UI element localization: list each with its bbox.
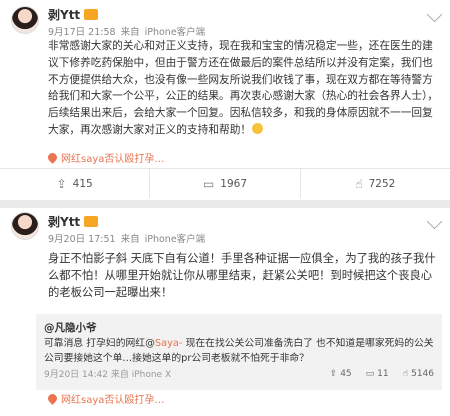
username[interactable]: 剥Ytt: [48, 213, 99, 230]
comment-button[interactable]: ▭ 1967: [149, 169, 299, 198]
location-pin-icon: [46, 151, 59, 164]
post-from-label: 来自: [120, 27, 140, 38]
post-meta: 9月17日 21:58 来自 iPhone客户端: [48, 24, 205, 38]
weibo-post-1: 剥Ytt 9月17日 21:58 来自 iPhone客户端 非常感谢大家的关心和…: [0, 0, 450, 200]
repost-footer: 9月20日 14:42 来自 iPhone X ⇪ 45 ▭ 11 ☝ 5146: [44, 367, 434, 381]
related-link[interactable]: 网红saya否认殴打孕…: [46, 391, 164, 406]
repost-like-count[interactable]: ☝ 5146: [403, 369, 434, 379]
vip-badge-icon: [84, 9, 99, 20]
repost-icon: ⇪: [56, 176, 67, 191]
repost-repost-count[interactable]: ⇪ 45: [330, 369, 352, 379]
reposted-card[interactable]: @凡隐小爷 可靠消息 打孕妇的网红@Saya- 现在在找公关公司准备洗白了 也不…: [36, 314, 442, 390]
action-bar: ⇪ 415 ▭ 1967 ☝ 7252: [0, 168, 450, 198]
repost-meta: 9月20日 14:42 来自 iPhone X: [44, 370, 172, 380]
mention-link[interactable]: Saya-: [155, 338, 183, 349]
divider: [0, 200, 450, 208]
chevron-down-icon[interactable]: [426, 6, 443, 23]
post-body: 身正不怕影子斜 天底下自有公道！手里各种证据一应俱全，为了我的孩子我什么都不怕！…: [48, 252, 436, 300]
user-avatar[interactable]: [11, 6, 39, 34]
repost-icon: ⇪: [329, 368, 338, 379]
emoji-icon: [252, 122, 264, 134]
like-button[interactable]: ☝ 7252: [299, 169, 450, 198]
post-date: 9月17日 21:58: [48, 27, 116, 38]
location-pin-icon: [46, 392, 59, 405]
post-meta: 9月20日 17:51 来自 iPhone客户端: [48, 231, 205, 245]
repost-comment-count[interactable]: ▭ 11: [366, 369, 389, 379]
post-body: 非常感谢大家的关心和对正义支持，现在我和宝宝的情况稳定一些，还在医生的建议下修养…: [48, 39, 439, 136]
username[interactable]: 剥Ytt: [48, 6, 99, 23]
post-source: iPhone客户端: [144, 234, 206, 245]
comment-icon: ▭: [202, 176, 215, 191]
post-from-label: 来自: [120, 234, 140, 245]
post-source: iPhone客户端: [144, 27, 206, 38]
weibo-post-2: 剥Ytt 9月20日 17:51 来自 iPhone客户端 身正不怕影子斜 天底…: [0, 208, 450, 416]
post-date: 9月20日 17:51: [48, 234, 116, 245]
chevron-down-icon[interactable]: [426, 213, 443, 230]
repost-body: 可靠消息 打孕妇的网红@Saya- 现在在找公关公司准备洗白了 也不知道是哪家死…: [44, 338, 434, 364]
user-avatar[interactable]: [11, 212, 39, 240]
thumb-up-icon: ☝: [355, 176, 363, 191]
vip-badge-icon: [84, 216, 99, 227]
related-link[interactable]: 网红saya否认殴打孕…: [46, 150, 164, 165]
thumb-up-icon: ☝: [402, 368, 409, 379]
repost-button[interactable]: ⇪ 415: [0, 169, 149, 198]
repost-author[interactable]: @凡隐小爷: [44, 320, 434, 335]
comment-icon: ▭: [365, 368, 375, 379]
